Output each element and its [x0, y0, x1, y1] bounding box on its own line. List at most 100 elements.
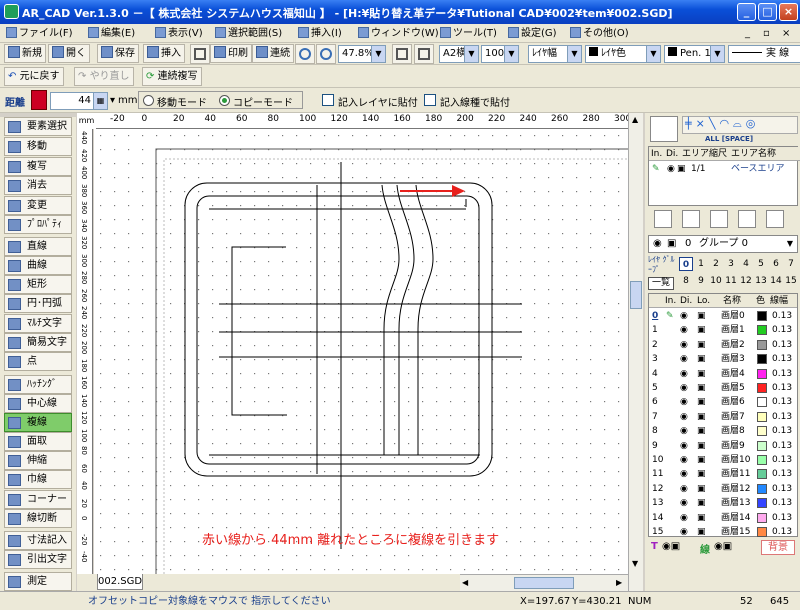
minimize-button[interactable]: _ — [737, 3, 756, 21]
layer-row[interactable]: 11 ◉ ▣ 画層11 0.13 — [649, 467, 797, 481]
tool-6[interactable]: 直線 — [4, 237, 72, 256]
menu-selection[interactable]: 選択範囲(S) — [215, 26, 282, 41]
layer-group-10[interactable]: 10 — [709, 274, 723, 288]
layer-group-12[interactable]: 12 — [739, 274, 753, 288]
layer-group-13[interactable]: 13 — [754, 274, 768, 288]
layer-tool-4-icon[interactable] — [738, 210, 756, 228]
layer-color-swatch[interactable] — [757, 426, 767, 437]
layer-group-11[interactable]: 11 — [724, 274, 738, 288]
layer-group-2[interactable]: 2 — [709, 257, 723, 271]
tool-14[interactable]: 中心線 — [4, 394, 72, 413]
layer-color-swatch[interactable] — [757, 339, 767, 350]
layer-color-swatch[interactable] — [757, 397, 767, 408]
layer-color-swatch[interactable] — [757, 498, 767, 509]
close-button[interactable]: × — [779, 3, 798, 21]
tool-17[interactable]: 伸縮 — [4, 451, 72, 470]
scroll-right-icon[interactable]: ▶ — [616, 578, 622, 587]
layer-color-swatch[interactable] — [757, 483, 767, 494]
layer-group-8[interactable]: 8 — [679, 274, 693, 288]
print-preview-button[interactable] — [190, 44, 210, 64]
tool-19[interactable]: コーナー — [4, 490, 72, 509]
tool-16[interactable]: 面取 — [4, 432, 72, 451]
zoom-out-button[interactable] — [316, 44, 336, 64]
layer-group-6[interactable]: 6 — [769, 257, 783, 271]
menu-file[interactable]: ファイル(F) — [6, 26, 73, 41]
layer-group-4[interactable]: 4 — [739, 257, 753, 271]
menu-insert[interactable]: 挿入(I) — [298, 26, 342, 41]
scale-select[interactable]: 100 ▼ — [481, 45, 519, 63]
layer-group-5[interactable]: 5 — [754, 257, 768, 271]
tool-20[interactable]: 線切断 — [4, 509, 72, 528]
layer-row[interactable]: 2 ◉ ▣ 画層2 0.13 — [649, 338, 797, 352]
menu-other[interactable]: その他(O) — [570, 26, 629, 41]
move-mode-radio[interactable] — [143, 95, 154, 106]
redo-button[interactable]: ↷ やり直し — [74, 67, 134, 86]
drawing-canvas[interactable]: 赤い線から 44mm 離れたところに複線を引きます — [94, 129, 628, 574]
color-select[interactable]: ﾚｲﾔ色 ▼ — [585, 45, 661, 63]
dropdown-icon[interactable]: ▾ — [110, 95, 115, 106]
continuous-copy-button[interactable]: ⟳ 連続複写 — [142, 67, 202, 86]
layer-color-swatch[interactable] — [757, 512, 767, 523]
text-layer-toggle[interactable]: T — [651, 541, 658, 552]
layer-color-swatch[interactable] — [757, 354, 767, 365]
layer-group-15[interactable]: 15 — [784, 274, 798, 288]
layer-color-swatch[interactable] — [757, 411, 767, 422]
layer-row[interactable]: 14 ◉ ▣ 画層14 0.13 — [649, 511, 797, 525]
layer-color-swatch[interactable] — [757, 325, 767, 336]
layer-row[interactable]: 15 ◉ ▣ 画層15 0.13 — [649, 525, 797, 539]
document-tab[interactable]: 002.SGD — [97, 574, 143, 590]
tool-21[interactable]: 寸法記入 — [4, 531, 72, 550]
layer-color-swatch[interactable] — [757, 383, 767, 393]
tool-7[interactable]: 曲線 — [4, 256, 72, 275]
layer-tool-3-icon[interactable] — [710, 210, 728, 228]
list-button[interactable]: 一覧 — [648, 277, 674, 290]
layer-color-swatch[interactable] — [757, 440, 767, 451]
group-select[interactable]: ◉ ▣ 0 グループ 0 ▼ — [648, 235, 798, 253]
line-style-select[interactable]: 実 線 — [728, 45, 800, 63]
layer-row[interactable]: 10 ◉ ▣ 画層10 0.13 — [649, 453, 797, 467]
print-button[interactable]: 印刷 — [210, 44, 252, 63]
tool-2[interactable]: 複写 — [4, 157, 72, 176]
layer-row[interactable]: 13 ◉ ▣ 画層13 0.13 — [649, 496, 797, 510]
menu-tools[interactable]: ツール(T) — [440, 26, 497, 41]
tool-1[interactable]: 移動 — [4, 137, 72, 156]
area-row[interactable]: ✎ ◉ ▣ 1/1 ベースエリア — [649, 162, 800, 176]
tool-23[interactable]: 測定 — [4, 572, 72, 591]
fit-button[interactable] — [392, 44, 412, 64]
layer-group-3[interactable]: 3 — [724, 257, 738, 271]
line-layer-toggle[interactable]: 線 — [700, 541, 710, 556]
copy-mode-radio[interactable] — [219, 95, 230, 106]
tool-10[interactable]: ﾏﾙﾁ文字 — [4, 314, 72, 333]
tool-13[interactable]: ﾊｯﾁﾝｸﾞ — [4, 375, 72, 394]
tool-5[interactable]: ﾌﾟﾛﾊﾟﾃｨ — [4, 215, 72, 234]
tool-4[interactable]: 変更 — [4, 196, 72, 215]
layer-group-1[interactable]: 1 — [694, 257, 708, 271]
layer-row[interactable]: 1 ◉ ▣ 画層1 0.13 — [649, 323, 797, 337]
menu-view[interactable]: 表示(V) — [155, 26, 203, 41]
mdi-close-button[interactable]: × — [782, 26, 790, 41]
menu-edit[interactable]: 編集(E) — [88, 26, 135, 41]
line-width-select[interactable]: ﾚｲﾔ幅 ▼ — [528, 45, 582, 63]
tool-12[interactable]: 点 — [4, 352, 72, 371]
tool-15[interactable]: 複線 — [4, 413, 72, 432]
maximize-button[interactable]: □ — [758, 3, 777, 21]
background-button[interactable]: 背景 — [761, 540, 795, 555]
layer-color-swatch[interactable] — [757, 368, 767, 379]
layer-row[interactable]: 6 ◉ ▣ 画層6 0.13 — [649, 395, 797, 409]
menu-window[interactable]: ウィンドウ(W) — [358, 26, 439, 41]
layer-row[interactable]: 12 ◉ ▣ 画層12 0.13 — [649, 482, 797, 496]
vertical-scrollbar[interactable]: ▲ ▼ — [628, 113, 643, 591]
layer-row[interactable]: 5 ◉ ▣ 画層5 0.13 — [649, 381, 797, 395]
snap-grid-button[interactable] — [650, 116, 678, 142]
open-button[interactable]: 開く — [48, 44, 90, 63]
layer-row[interactable]: 8 ◉ ▣ 画層8 0.13 — [649, 424, 797, 438]
new-button[interactable]: 新規 — [4, 44, 46, 63]
mdi-restore-button[interactable]: ▫ — [763, 26, 770, 41]
linetype-paste-checkbox[interactable] — [424, 94, 436, 106]
zoom-in-button[interactable] — [295, 44, 315, 64]
tool-18[interactable]: 巾線 — [4, 470, 72, 489]
layer-color-swatch[interactable] — [757, 311, 767, 321]
layer-row[interactable]: 4 ◉ ▣ 画層4 0.13 — [649, 367, 797, 381]
snap-mode-icons[interactable]: ╪⨯╲◠⌓◎ — [682, 116, 798, 134]
layer-group-7[interactable]: 7 — [784, 257, 798, 271]
